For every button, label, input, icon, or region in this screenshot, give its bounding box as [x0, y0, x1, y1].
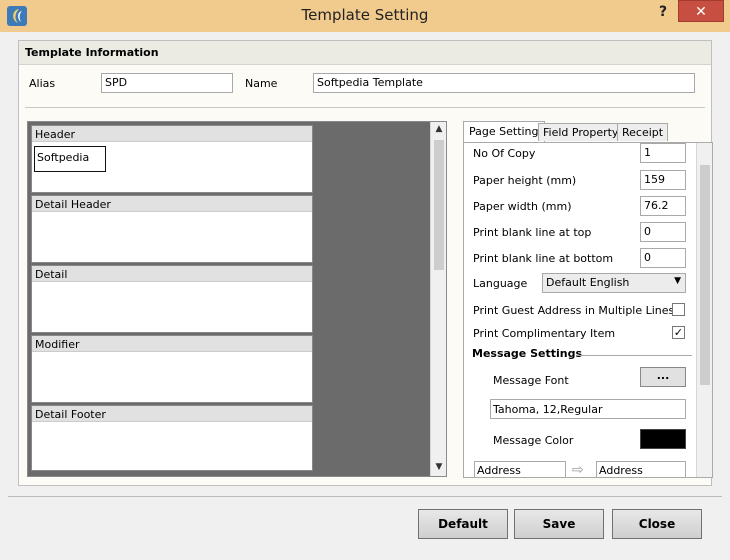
alias-input[interactable]: SPD — [101, 73, 233, 93]
divider — [8, 496, 722, 497]
header-text-field[interactable]: Softpedia — [34, 146, 106, 172]
band-label: Header — [32, 126, 312, 142]
default-button[interactable]: Default — [418, 509, 508, 539]
window-title: Template Setting — [301, 6, 429, 24]
name-label: Name — [245, 77, 278, 90]
band-label: Detail — [32, 266, 312, 282]
scroll-thumb[interactable] — [434, 140, 444, 270]
blank-bottom-label: Print blank line at bottom — [473, 252, 614, 265]
band-label: Detail Header — [32, 196, 312, 212]
band-detail-footer[interactable]: Detail Footer — [31, 405, 313, 471]
title-bar: Template Setting ? ✕ — [0, 0, 730, 32]
template-information-header: Template Information — [19, 41, 711, 65]
dialog-body: Template Information Alias SPD Name Soft… — [8, 32, 722, 552]
paper-width-label: Paper width (mm) — [473, 200, 572, 213]
designer-scrollbar[interactable]: ▲ ▼ — [430, 122, 446, 476]
scroll-up-icon[interactable]: ▲ — [431, 124, 447, 134]
scroll-down-icon[interactable]: ▼ — [431, 462, 447, 472]
complimentary-checkbox[interactable]: ✓ — [672, 326, 685, 339]
no-of-copy-label: No Of Copy — [473, 147, 536, 160]
name-input[interactable]: Softpedia Template — [313, 73, 695, 93]
address-source-list[interactable]: Address — [474, 461, 566, 477]
tab-page-setting[interactable]: Page Setting — [463, 121, 545, 143]
message-font-label: Message Font — [493, 374, 569, 387]
guest-address-label: Print Guest Address in Multiple Lines — [473, 304, 675, 317]
guest-address-checkbox[interactable] — [672, 303, 685, 316]
message-color-swatch[interactable] — [640, 429, 686, 449]
paper-height-input[interactable]: 159 — [640, 170, 686, 190]
band-header[interactable]: Header Softpedia — [31, 125, 313, 193]
language-select[interactable]: Default English ▼ — [542, 273, 686, 293]
divider — [25, 107, 705, 108]
band-label: Modifier — [32, 336, 312, 352]
blank-bottom-input[interactable]: 0 — [640, 248, 686, 268]
alias-label: Alias — [29, 77, 56, 90]
tab-receipt[interactable]: Receipt — [617, 123, 669, 141]
panel-scrollbar[interactable] — [696, 143, 712, 477]
save-button[interactable]: Save — [514, 509, 604, 539]
tab-field-property[interactable]: Field Property — [538, 123, 624, 141]
address-target-list[interactable]: Address — [596, 461, 686, 477]
no-of-copy-input[interactable]: 1 — [640, 143, 686, 163]
window-close-button[interactable]: ✕ — [678, 0, 724, 22]
section-title: Template Information — [25, 46, 159, 59]
band-detail[interactable]: Detail — [31, 265, 313, 333]
chevron-down-icon: ▼ — [674, 276, 681, 286]
band-label: Detail Footer — [32, 406, 312, 422]
page-setting-panel: No Of Copy 1 Paper height (mm) 159 Paper… — [463, 142, 713, 478]
template-designer[interactable]: Header Softpedia Detail Header Detail Mo… — [27, 121, 447, 477]
message-color-label: Message Color — [493, 434, 574, 447]
paper-width-input[interactable]: 76.2 — [640, 196, 686, 216]
blank-top-label: Print blank line at top — [473, 226, 592, 239]
message-settings-heading: Message Settings — [472, 347, 583, 360]
language-value: Default English — [546, 276, 630, 289]
language-label: Language — [473, 277, 528, 290]
complimentary-label: Print Complimentary Item — [473, 327, 616, 340]
blank-top-input[interactable]: 0 — [640, 222, 686, 242]
band-detail-header[interactable]: Detail Header — [31, 195, 313, 263]
main-panel: Template Information Alias SPD Name Soft… — [18, 40, 713, 486]
close-button[interactable]: Close — [612, 509, 702, 539]
paper-height-label: Paper height (mm) — [473, 174, 577, 187]
font-picker-button[interactable]: ... — [640, 367, 686, 387]
divider — [578, 355, 692, 356]
help-button[interactable]: ? — [652, 4, 674, 24]
band-modifier[interactable]: Modifier — [31, 335, 313, 403]
message-font-input[interactable]: Tahoma, 12,Regular — [490, 399, 686, 419]
arrow-right-icon[interactable]: ⇨ — [572, 462, 584, 477]
scroll-thumb[interactable] — [700, 165, 710, 385]
